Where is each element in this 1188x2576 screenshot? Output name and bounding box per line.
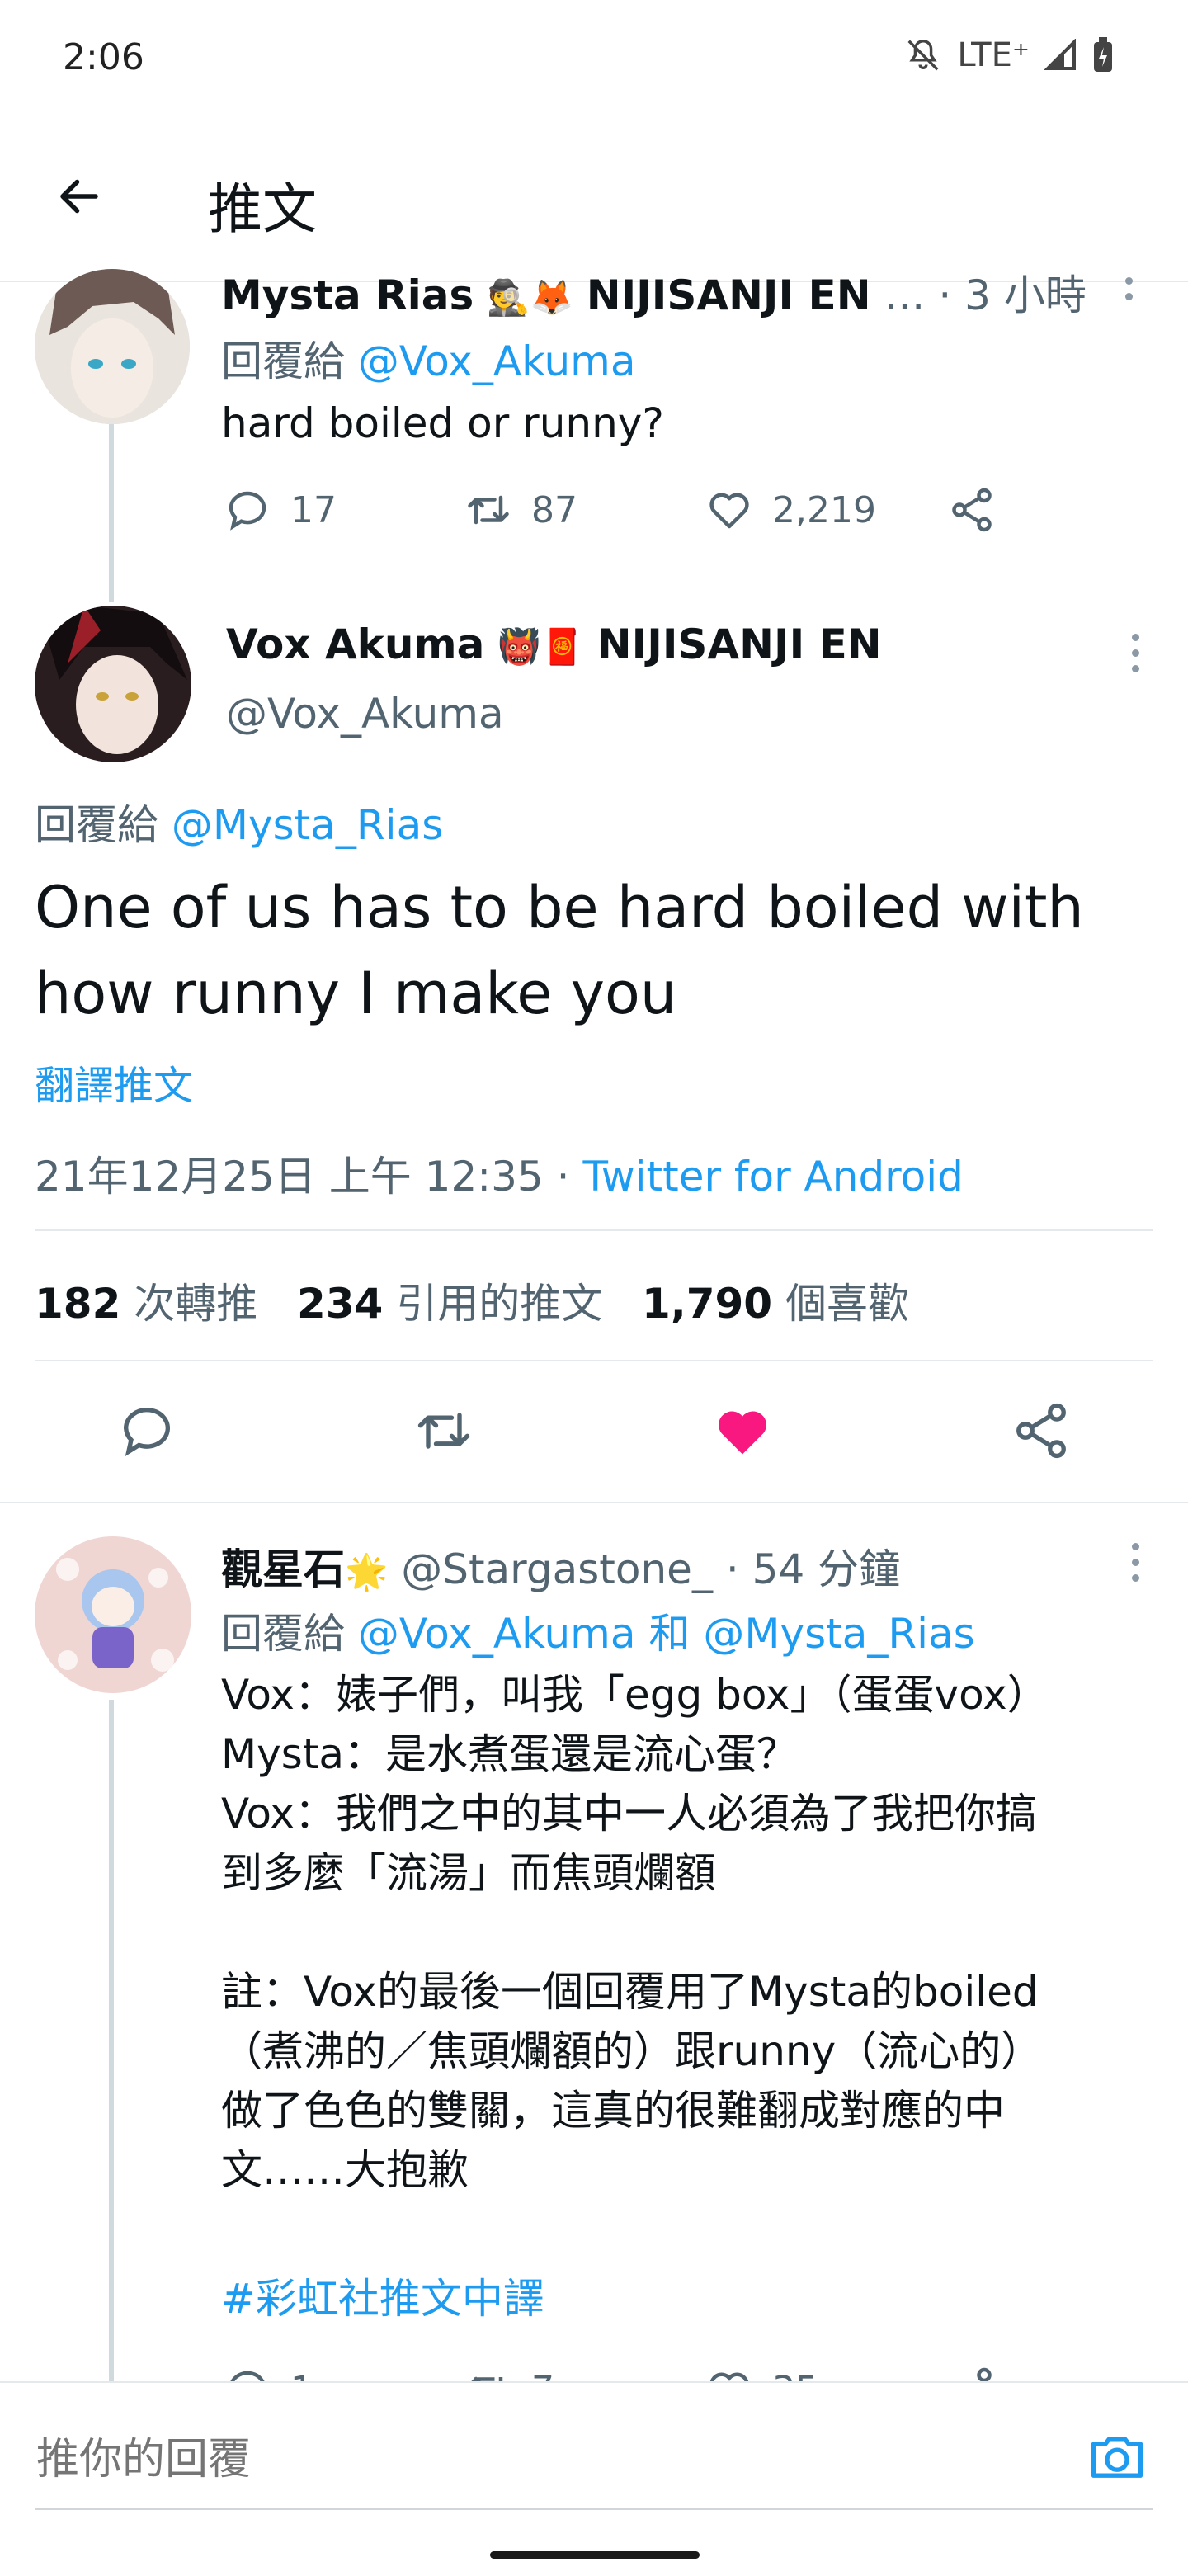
mention-and: 和 <box>648 1610 691 1658</box>
retweet-button[interactable]: 7 <box>464 2365 554 2383</box>
home-indicator[interactable] <box>490 2551 700 2559</box>
like-count: 2,219 <box>772 488 876 531</box>
main-tweet-text: One of us has to be hard boiled with how… <box>35 874 1084 1027</box>
retweet-icon <box>469 2376 503 2383</box>
main-tweet-author: Vox Akuma 👹🧧 NIJISANJI EN <box>226 620 882 668</box>
divider <box>35 1229 1153 1231</box>
status-time: 2:06 <box>63 36 144 78</box>
author-name[interactable]: Mysta Rias <box>221 271 474 319</box>
tweet-timestamp: 21年12月25日 上午 12:35 · <box>35 1153 583 1201</box>
compose-underline <box>35 2508 1153 2510</box>
reply-button[interactable] <box>116 1399 178 1465</box>
like-button[interactable]: 35 <box>705 2365 818 2383</box>
tweet-text: hard boiled or runny? <box>221 399 664 447</box>
tweet-time: · 3 小時 <box>938 271 1087 319</box>
avatar-image <box>35 1536 191 1693</box>
reply-prefix: 回覆給 <box>221 337 345 385</box>
reply-tweet-header: 觀星石🌟 @Stargastone_ · 54 分鐘 <box>221 1536 900 1596</box>
mention-link[interactable]: @Mysta_Rias <box>703 1610 974 1658</box>
reply-icon <box>123 1408 171 1457</box>
tweet-source[interactable]: Twitter for Android <box>582 1153 963 1201</box>
tweet-time: · 54 分鐘 <box>725 1545 901 1593</box>
signal-icon <box>1044 39 1076 70</box>
status-icons: LTE⁺ <box>904 36 1114 74</box>
thread-line <box>109 1700 114 2385</box>
retweet-button[interactable]: 87 <box>464 485 578 535</box>
author-emoji: 👹🧧 <box>497 626 584 667</box>
author-org: NIJISANJI EN <box>596 620 882 668</box>
share-icon <box>952 488 992 532</box>
like-button[interactable]: 2,219 <box>705 485 876 535</box>
tweet-text: Vox：婊子們，叫我「egg box」（蛋蛋vox） Mysta：是水煮蛋還是流… <box>221 1671 1049 2194</box>
divider <box>0 1502 1188 1503</box>
author-org: NIJISANJI EN <box>586 271 871 319</box>
mention-link[interactable]: @Vox_Akuma <box>358 1610 636 1658</box>
divider <box>35 1360 1153 1361</box>
thread-line <box>109 413 114 602</box>
network-label: LTE⁺ <box>957 36 1030 74</box>
retweets-stat[interactable]: 182 次轉推 <box>35 1280 257 1328</box>
author-handle[interactable]: @Stargastone_ <box>401 1545 713 1593</box>
back-button[interactable] <box>46 163 112 229</box>
retweet-button[interactable] <box>412 1399 475 1465</box>
reply-prefix: 回覆給 <box>35 801 158 849</box>
like-button-liked[interactable] <box>711 1399 774 1465</box>
page-title: 推文 <box>208 177 317 241</box>
avatar-image <box>35 269 190 424</box>
arrow-left-icon <box>60 179 98 214</box>
battery-icon <box>1094 37 1112 72</box>
more-options-button[interactable] <box>1119 1543 1152 1582</box>
reply-prefix: 回覆給 <box>221 1610 345 1658</box>
camera-button[interactable] <box>1086 2426 1148 2492</box>
reply-button[interactable]: 17 <box>223 485 337 535</box>
mention-link[interactable]: @Vox_Akuma <box>358 337 636 385</box>
avatar[interactable] <box>35 269 190 424</box>
reply-icon <box>229 2371 266 2383</box>
author-emoji: 🌟 <box>345 1551 389 1592</box>
more-options-button[interactable] <box>1119 634 1152 672</box>
heart-icon <box>710 2372 749 2383</box>
share-button[interactable] <box>947 2365 997 2383</box>
camera-icon <box>1091 2437 1143 2478</box>
app-header <box>0 140 1188 282</box>
reply-tweet-actions: 1 7 35 <box>0 2365 1188 2383</box>
share-icon <box>956 2367 992 2383</box>
avatar-image <box>35 606 191 762</box>
heart-filled-icon <box>719 1411 766 1455</box>
quotes-stat[interactable]: 234 引用的推文 <box>297 1280 602 1328</box>
author-handle[interactable]: @Vox_Akuma <box>226 690 504 738</box>
avatar[interactable] <box>35 1536 191 1693</box>
heart-icon <box>710 493 749 529</box>
reply-icon <box>229 491 266 531</box>
more-options-button[interactable] <box>1112 277 1145 300</box>
translate-link[interactable]: 翻譯推文 <box>35 1053 193 1111</box>
hashtag-link[interactable]: #彩虹社推文中譯 <box>221 2266 544 2325</box>
reply-context: 回覆給 @Mysta_Rias <box>35 792 443 852</box>
reply-count: 17 <box>290 488 337 531</box>
share-button[interactable] <box>947 485 997 535</box>
avatar[interactable] <box>35 606 191 762</box>
likes-stat[interactable]: 1,790 個喜歡 <box>642 1280 909 1328</box>
share-icon <box>1016 1403 1066 1459</box>
mention-link[interactable]: @Mysta_Rias <box>172 801 443 849</box>
reply-context: 回覆給 @Vox_Akuma <box>221 328 636 388</box>
tweet-stats: 182 次轉推 234 引用的推文 1,790 個喜歡 <box>35 1271 909 1330</box>
author-name[interactable]: Vox Akuma <box>226 620 484 668</box>
retweet-count: 87 <box>531 488 578 531</box>
mute-bell-icon <box>908 40 939 71</box>
reply-button[interactable]: 1 <box>223 2365 314 2383</box>
reply-context: 回覆給 @Vox_Akuma 和 @Mysta_Rias <box>221 1601 975 1660</box>
reply-input[interactable] <box>35 2418 1028 2502</box>
tweet-timestamp-row: 21年12月25日 上午 12:35 · Twitter for Android <box>35 1144 964 1203</box>
retweet-icon <box>468 495 509 525</box>
author-name[interactable]: 觀星石 <box>221 1545 345 1593</box>
share-button[interactable] <box>1010 1399 1072 1465</box>
author-emoji: 🕵🦊 <box>487 277 573 318</box>
parent-tweet-header: Mysta Rias 🕵🦊 NIJISANJI EN … · 3 小時 <box>221 262 1145 320</box>
retweet-icon <box>417 1413 470 1449</box>
name-ellipsis: … <box>884 271 926 319</box>
